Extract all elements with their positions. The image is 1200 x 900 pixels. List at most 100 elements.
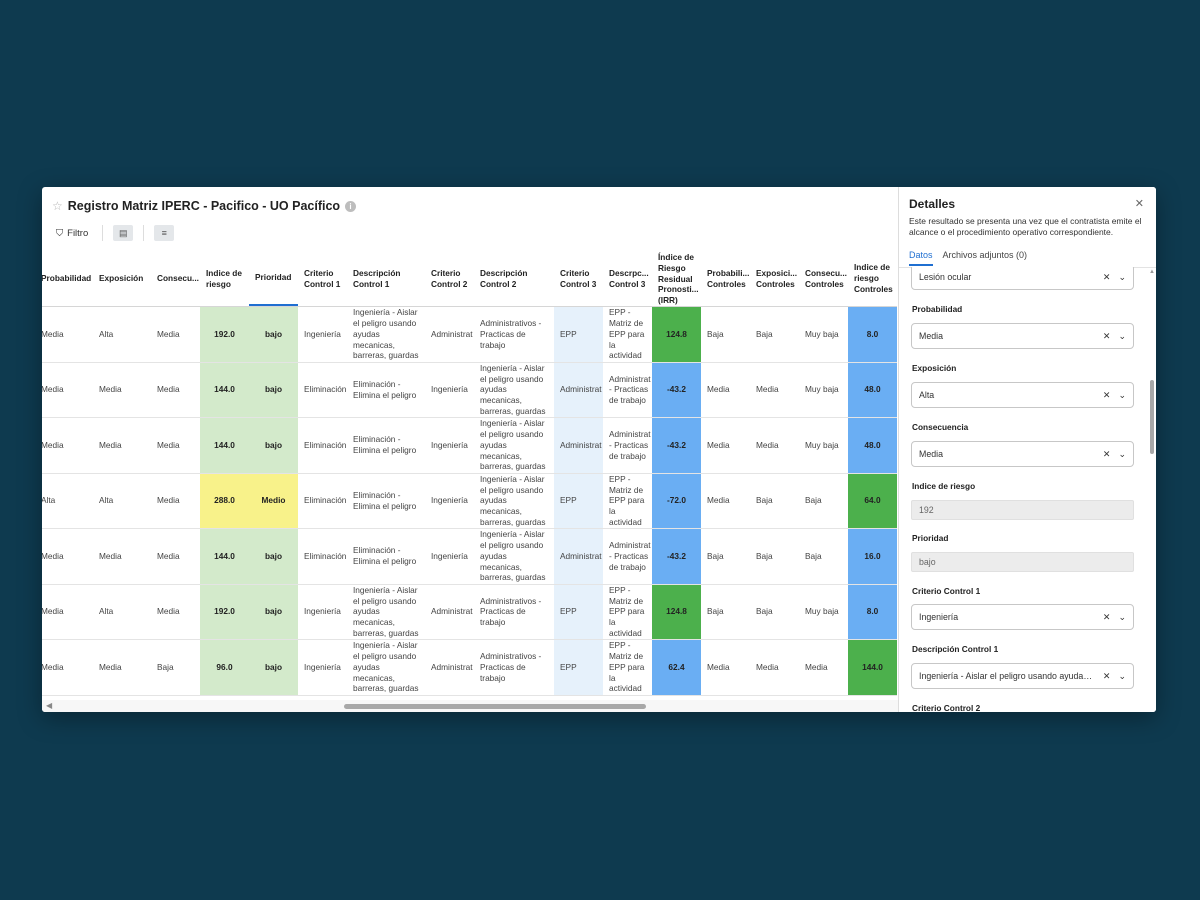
chevron-down-icon[interactable]: ⌄ bbox=[1118, 272, 1126, 283]
star-icon[interactable]: ☆ bbox=[52, 199, 63, 213]
criterio-control-1-select[interactable]: Ingeniería ✕ ⌄ bbox=[911, 604, 1134, 630]
col-header-descripcion-1[interactable]: Descripción Control 1 bbox=[347, 251, 425, 306]
cell-probabilidad: Media bbox=[42, 328, 64, 339]
consecuencia-tipo-select[interactable]: Lesión ocular ✕ ⌄ bbox=[911, 267, 1134, 290]
cell-ir-controles: 144.0 bbox=[848, 640, 897, 695]
cell-prioridad: bajo bbox=[249, 362, 298, 417]
table-row[interactable]: Media Alta Media 192.0 bajo Ingeniería Ingenie… bbox=[42, 307, 897, 363]
cell-irr: -43.2 bbox=[652, 418, 701, 473]
clear-icon[interactable]: ✕ bbox=[1103, 671, 1111, 682]
filter-button[interactable]: ⛉ Filtro bbox=[52, 228, 92, 239]
filter-icon: ⛉ bbox=[56, 227, 64, 239]
chevron-down-icon[interactable]: ⌄ bbox=[1118, 390, 1126, 401]
col-header-prioridad[interactable]: Prioridad bbox=[249, 251, 298, 306]
probabilidad-label: Probabilidad bbox=[912, 304, 963, 314]
vertical-scrollbar[interactable]: ▲ bbox=[1148, 267, 1156, 712]
data-grid: Probabilidad Exposición Consecu... Indic… bbox=[42, 251, 897, 696]
scrollbar-thumb[interactable] bbox=[344, 704, 646, 709]
scroll-up-icon[interactable]: ▲ bbox=[1149, 269, 1155, 275]
cell-criterio-3: EPP bbox=[554, 640, 603, 695]
clear-icon[interactable]: ✕ bbox=[1103, 390, 1111, 401]
cell-descripcion-1: Eliminación - Elimina el peligro bbox=[353, 545, 417, 567]
cell-cons-controles: Media bbox=[805, 661, 828, 672]
col-header-criterio-2[interactable]: Criterio Control 2 bbox=[425, 251, 474, 306]
cell-prob-controles: Media bbox=[707, 661, 730, 672]
cell-indice-riesgo: 144.0 bbox=[200, 418, 249, 473]
table-row[interactable]: Media Media Media 144.0 bajo Eliminación Elimi… bbox=[42, 418, 897, 474]
cell-indice-riesgo: 288.0 bbox=[200, 473, 249, 528]
col-header-indice-riesgo[interactable]: Indice de riesgo bbox=[200, 251, 249, 306]
chevron-down-icon[interactable]: ⌄ bbox=[1118, 449, 1126, 460]
clear-icon[interactable]: ✕ bbox=[1103, 272, 1111, 283]
view-toggle-icon[interactable]: ▤ bbox=[113, 225, 134, 241]
cell-expo-controles: Media bbox=[756, 384, 779, 395]
exposicion-select[interactable]: Alta ✕ ⌄ bbox=[911, 382, 1134, 408]
info-icon[interactable]: i bbox=[345, 200, 357, 212]
wrap-text-icon[interactable]: ≡ bbox=[154, 225, 175, 241]
horizontal-scrollbar[interactable]: ◀ bbox=[42, 700, 898, 712]
cell-irr: 124.8 bbox=[652, 307, 701, 362]
clear-icon[interactable]: ✕ bbox=[1103, 449, 1111, 460]
indice-riesgo-label: Indice de riesgo bbox=[912, 481, 976, 491]
tab-datos[interactable]: Datos bbox=[909, 250, 933, 266]
col-header-descripcion-3[interactable]: Descrpc... Control 3 bbox=[603, 251, 652, 306]
scrollbar-thumb[interactable] bbox=[1150, 380, 1154, 454]
clear-icon[interactable]: ✕ bbox=[1103, 331, 1111, 342]
cell-consecuencia: Baja bbox=[157, 661, 174, 672]
col-header-criterio-3[interactable]: Criterio Control 3 bbox=[554, 251, 603, 306]
table-row[interactable]: Media Alta Media 192.0 bajo Ingeniería Ingenie… bbox=[42, 584, 897, 640]
descripcion-control-1-select[interactable]: Ingeniería - Aislar el peligro usando ay… bbox=[911, 663, 1134, 689]
cell-cons-controles: Muy baja bbox=[805, 328, 839, 339]
tab-archivos-adjuntos[interactable]: Archivos adjuntos (0) bbox=[943, 250, 1028, 266]
cell-prioridad: bajo bbox=[249, 529, 298, 584]
chevron-down-icon[interactable]: ⌄ bbox=[1118, 612, 1126, 623]
col-header-cons-controles[interactable]: Consecu... Controles bbox=[799, 251, 848, 306]
filter-label: Filtro bbox=[67, 227, 89, 239]
cell-descripcion-2: Ingeniería - Aislar el peligro usando ay… bbox=[480, 473, 546, 527]
table-row[interactable]: Media Media Media 144.0 bajo Eliminación Elimi… bbox=[42, 529, 897, 585]
details-title: Detalles bbox=[909, 197, 956, 211]
col-header-expo-controles[interactable]: Exposici... Controles bbox=[750, 251, 799, 306]
cell-descripcion-1: Ingeniería - Aislar el peligro usando ay… bbox=[353, 307, 419, 361]
table-row[interactable]: Media Media Baja 96.0 bajo Ingeniería Ingenier… bbox=[42, 640, 897, 696]
col-header-criterio-1[interactable]: Criterio Control 1 bbox=[298, 251, 347, 306]
cell-criterio-3: EPP bbox=[554, 307, 603, 362]
descripcion-control-1-label: Descripción Control 1 bbox=[912, 644, 999, 654]
consecuencia-select[interactable]: Media ✕ ⌄ bbox=[911, 441, 1134, 467]
grid-body: Media Alta Media 192.0 bajo Ingeniería Ingenie… bbox=[42, 307, 897, 696]
clear-icon[interactable]: ✕ bbox=[1103, 612, 1111, 623]
probabilidad-select[interactable]: Media ✕ ⌄ bbox=[911, 323, 1134, 349]
table-row[interactable]: Alta Alta Media 288.0 Medio Eliminación Elimin… bbox=[42, 473, 897, 529]
cell-descripcion-3: Administrat - Practicas de trabajo bbox=[609, 373, 651, 406]
cell-prob-controles: Media bbox=[707, 495, 730, 506]
scroll-left-icon[interactable]: ◀ bbox=[46, 701, 52, 710]
cell-descripcion-2: Ingeniería - Aislar el peligro usando ay… bbox=[480, 418, 546, 472]
cell-consecuencia: Media bbox=[157, 328, 180, 339]
col-header-exposicion[interactable]: Exposición bbox=[93, 251, 151, 306]
cell-consecuencia: Media bbox=[157, 550, 180, 561]
cell-consecuencia: Media bbox=[157, 439, 180, 450]
app-window: ☆ Registro Matriz IPERC - Pacifico - UO … bbox=[42, 187, 1156, 712]
cell-descripcion-1: Eliminación - Elimina el peligro bbox=[353, 378, 417, 400]
cell-irr: -72.0 bbox=[652, 473, 701, 528]
col-header-prob-controles[interactable]: Probabili... Controles bbox=[701, 251, 750, 306]
select-value: Ingeniería bbox=[919, 612, 959, 622]
chevron-down-icon[interactable]: ⌄ bbox=[1118, 671, 1126, 682]
cell-descripcion-1: Eliminación - Elimina el peligro bbox=[353, 434, 417, 456]
col-header-probabilidad[interactable]: Probabilidad bbox=[42, 251, 93, 306]
cell-descripcion-3: EPP - Matriz de EPP para la actividad bbox=[609, 473, 645, 527]
col-header-consecuencia[interactable]: Consecu... bbox=[151, 251, 200, 306]
details-tabs: Datos Archivos adjuntos (0) bbox=[909, 250, 1027, 266]
cell-exposicion: Media bbox=[99, 384, 122, 395]
table-row[interactable]: Media Media Media 144.0 bajo Eliminación Elimi… bbox=[42, 362, 897, 418]
chevron-down-icon[interactable]: ⌄ bbox=[1118, 331, 1126, 342]
close-icon[interactable]: ✕ bbox=[1135, 197, 1144, 210]
col-header-ir-controles[interactable]: Indice de riesgo Controles bbox=[848, 251, 897, 306]
prioridad-field: bajo bbox=[911, 552, 1134, 572]
col-header-irr[interactable]: Índice de Riesgo Residual Pronosti... (I… bbox=[652, 251, 701, 306]
page-title: Registro Matriz IPERC - Pacifico - UO Pa… bbox=[67, 199, 341, 213]
cell-criterio-2: Administrat bbox=[431, 606, 473, 617]
col-header-descripcion-2[interactable]: Descripción Control 2 bbox=[474, 251, 554, 306]
cell-criterio-1: Ingeniería bbox=[304, 661, 341, 672]
cell-descripcion-1: Ingeniería - Aislar el peligro usando ay… bbox=[353, 640, 419, 694]
